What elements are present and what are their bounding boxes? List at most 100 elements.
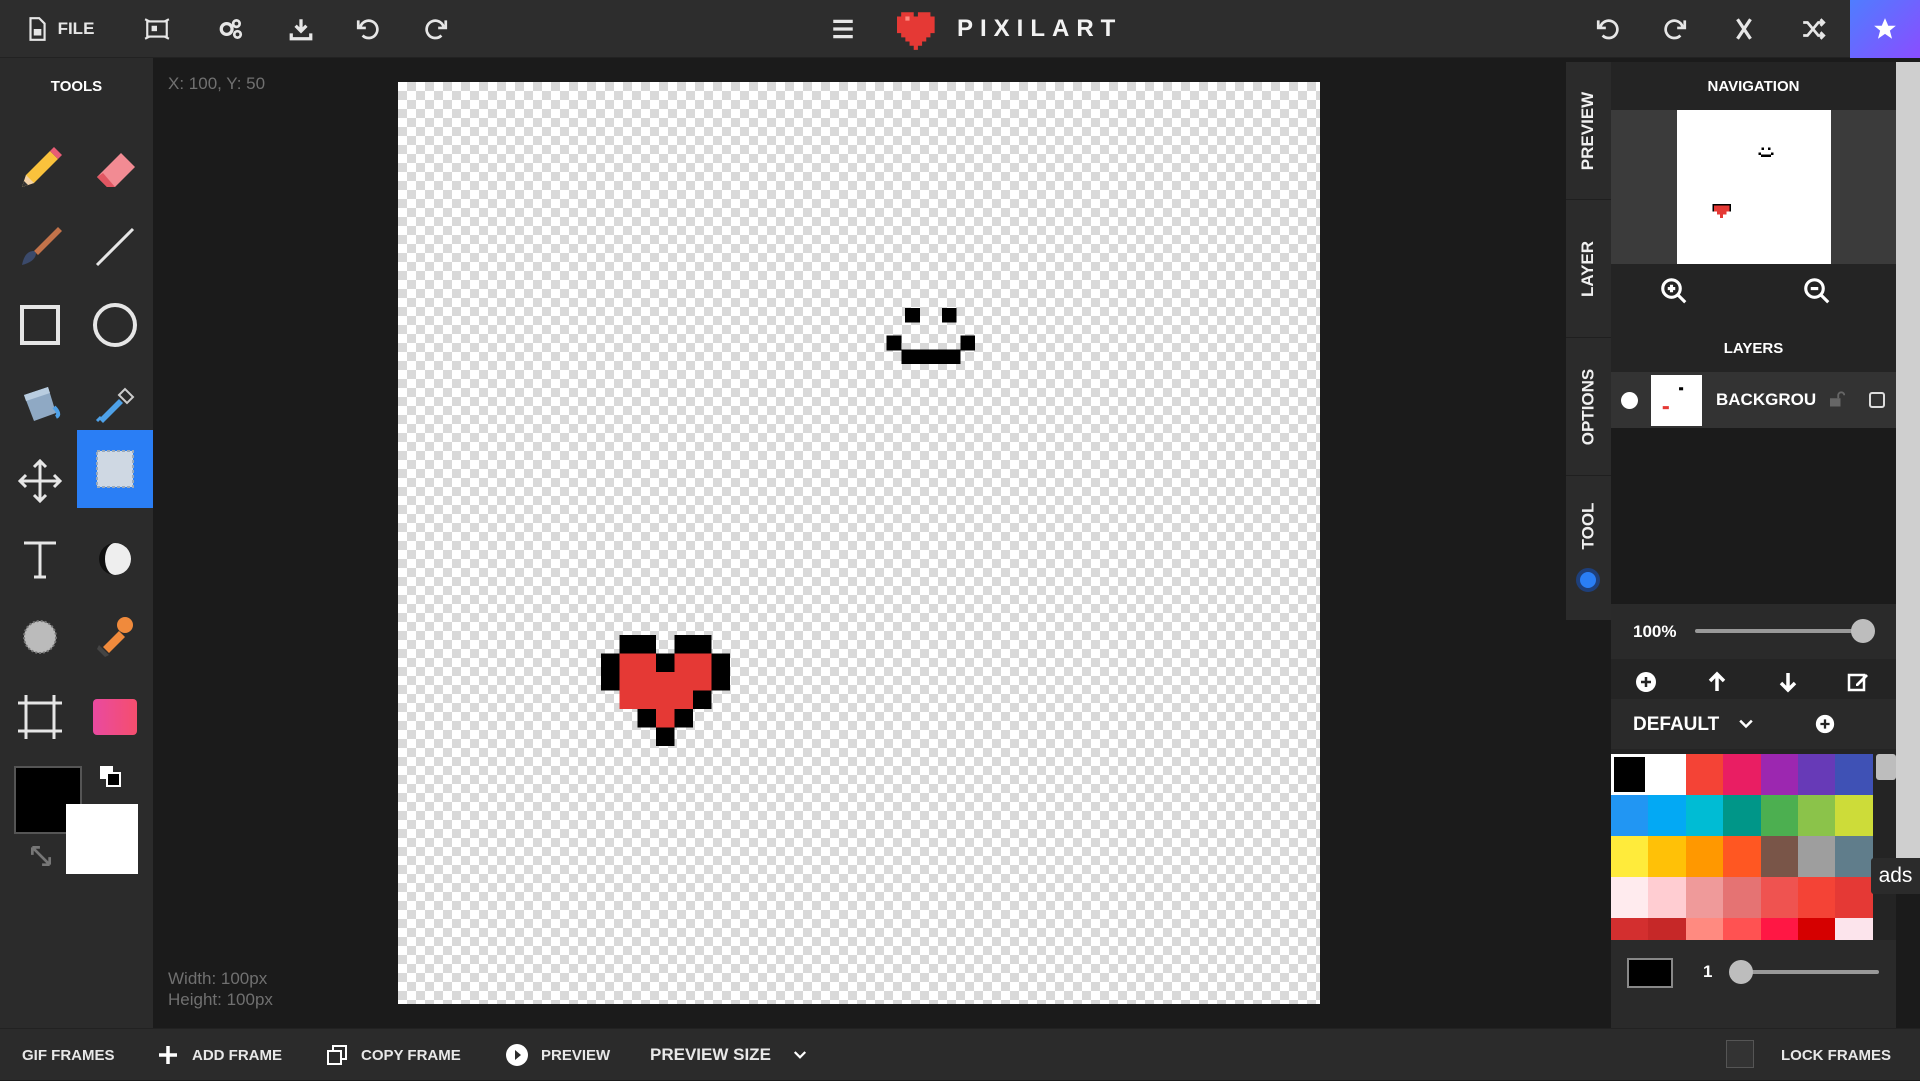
brush-size-slider-knob[interactable] (1729, 960, 1753, 984)
palette-swatch[interactable] (1835, 918, 1873, 940)
favorite-button[interactable] (1850, 0, 1920, 58)
dither-tool[interactable] (2, 598, 78, 676)
palette-swatch[interactable] (1685, 877, 1724, 918)
add-frame-button[interactable]: ADD FRAME (156, 1029, 282, 1081)
palette-swatch[interactable] (1611, 877, 1649, 918)
file-menu-button[interactable]: FILE (14, 9, 104, 49)
redo-right-button[interactable] (1655, 9, 1695, 49)
palette-swatch[interactable] (1648, 754, 1686, 795)
palette-name[interactable]: DEFAULT (1633, 714, 1719, 736)
add-palette-icon[interactable] (1814, 713, 1836, 735)
pencil-tool[interactable] (2, 130, 78, 208)
palette-swatch[interactable] (1797, 877, 1836, 918)
opacity-slider-knob[interactable] (1851, 619, 1875, 643)
zoom-out-icon[interactable] (1802, 276, 1832, 306)
page-scrollbar[interactable] (1896, 62, 1920, 862)
tab-options[interactable]: OPTIONS (1566, 338, 1611, 476)
move-tool[interactable] (2, 442, 78, 520)
secondary-color-swatch[interactable] (66, 804, 138, 874)
rename-layer-button[interactable] (1843, 667, 1873, 697)
reset-colors-icon[interactable] (28, 843, 54, 869)
text-tool[interactable] (2, 520, 78, 598)
brush-tool[interactable] (2, 208, 78, 286)
palette-swatch[interactable] (1760, 836, 1798, 877)
undo-button[interactable] (348, 9, 388, 49)
gif-frames-button[interactable]: GIF FRAMES (22, 1029, 115, 1081)
app-logo[interactable]: PIXILART (897, 6, 1122, 52)
download-button[interactable] (281, 9, 321, 49)
palette-swatch[interactable] (1611, 836, 1649, 877)
palette-swatch[interactable] (1835, 795, 1873, 836)
palette-swatch[interactable] (1648, 836, 1686, 877)
palette-swatch[interactable] (1685, 836, 1724, 877)
drawing-canvas[interactable] (398, 82, 1320, 1004)
palette-swatch[interactable] (1760, 918, 1798, 940)
main-menu-button[interactable] (823, 9, 863, 49)
add-layer-button[interactable] (1631, 667, 1661, 697)
unlock-icon[interactable] (1827, 390, 1845, 408)
tab-preview[interactable]: PREVIEW (1566, 62, 1611, 200)
palette-swatch[interactable] (1723, 836, 1761, 877)
copy-frame-button[interactable]: COPY FRAME (325, 1029, 461, 1081)
chevron-down-icon[interactable] (1736, 714, 1756, 734)
gradient-tool[interactable] (77, 678, 153, 756)
palette-swatch[interactable] (1835, 877, 1873, 918)
shade-tool[interactable] (77, 520, 153, 598)
tab-layer[interactable]: LAYER (1566, 200, 1611, 338)
palette-swatch[interactable] (1723, 754, 1761, 795)
circle-tool[interactable] (77, 286, 153, 364)
palette-swatch[interactable] (1760, 795, 1798, 836)
flip-button[interactable] (1724, 9, 1764, 49)
move-layer-up-button[interactable] (1702, 667, 1732, 697)
tab-tool[interactable]: TOOL (1566, 476, 1611, 576)
brush-color-swatch[interactable] (1627, 958, 1673, 988)
palette-swatch[interactable] (1648, 877, 1686, 918)
lock-frames-checkbox[interactable] (1726, 1040, 1754, 1068)
palette-swatch[interactable] (1685, 918, 1724, 940)
palette-swatch[interactable] (1797, 754, 1836, 795)
ads-tab[interactable]: ads (1871, 858, 1920, 894)
palette-swatch[interactable] (1723, 918, 1761, 940)
layer-visibility-toggle[interactable] (1621, 392, 1638, 409)
palette-swatch[interactable] (1723, 877, 1761, 918)
palette-swatch[interactable] (1648, 795, 1686, 836)
palette-swatch[interactable] (1835, 836, 1873, 877)
palette-swatch[interactable] (1797, 795, 1836, 836)
move-layer-down-button[interactable] (1773, 667, 1803, 697)
layer-row[interactable]: BACKGROUND (1611, 372, 1896, 428)
paint-bucket-tool[interactable] (2, 364, 78, 442)
palette-swatch[interactable] (1760, 754, 1798, 795)
swap-colors-icon[interactable] (98, 764, 122, 788)
line-tool[interactable] (77, 208, 153, 286)
palette-swatch[interactable] (1835, 754, 1873, 795)
palette-scrollbar[interactable] (1876, 754, 1896, 780)
layer-name[interactable]: BACKGROUND (1716, 390, 1816, 410)
resize-button[interactable] (137, 9, 177, 49)
opacity-slider-track[interactable] (1695, 629, 1863, 633)
redo-button[interactable] (416, 9, 456, 49)
palette-swatch[interactable] (1760, 877, 1798, 918)
settings-button[interactable] (211, 9, 251, 49)
zoom-in-icon[interactable] (1659, 276, 1689, 306)
palette-swatch[interactable] (1685, 795, 1724, 836)
palette-swatch[interactable] (1685, 754, 1724, 795)
shuffle-button[interactable] (1794, 9, 1834, 49)
preview-size-dropdown[interactable]: PREVIEW SIZE (650, 1029, 821, 1081)
palette-swatch[interactable] (1611, 918, 1649, 940)
crop-tool[interactable] (2, 678, 78, 756)
palette-swatch[interactable] (1723, 795, 1761, 836)
palette-swatch[interactable] (1797, 918, 1836, 940)
undo-right-button[interactable] (1588, 9, 1628, 49)
palette-swatch[interactable] (1611, 795, 1649, 836)
palette-swatch[interactable] (1611, 754, 1649, 795)
navigation-preview[interactable] (1611, 110, 1896, 264)
layer-select-checkbox[interactable] (1869, 392, 1885, 408)
palette-swatch[interactable] (1648, 918, 1686, 940)
palette-swatch[interactable] (1797, 836, 1836, 877)
stamp-tool[interactable] (77, 598, 153, 676)
preview-button[interactable]: PREVIEW (505, 1029, 610, 1081)
rectangle-tool[interactable] (2, 286, 78, 364)
select-tool[interactable] (77, 430, 153, 508)
eraser-tool[interactable] (77, 130, 153, 208)
brush-size-slider-track[interactable] (1733, 970, 1879, 974)
